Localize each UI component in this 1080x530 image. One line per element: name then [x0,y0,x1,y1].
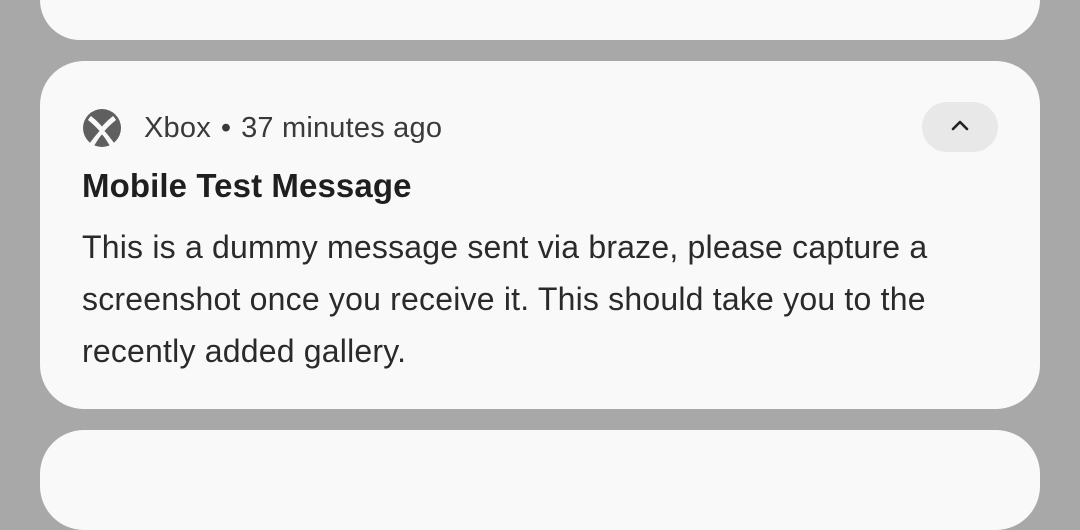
xbox-logo-icon [82,108,122,148]
notification-card[interactable]: Xbox • 37 minutes ago Mobile Test Messag… [40,61,1040,409]
previous-notification-card[interactable] [40,0,1040,40]
separator-dot: • [220,111,232,144]
app-name: Xbox [144,111,211,144]
timestamp: 37 minutes ago [241,111,443,144]
collapse-button[interactable] [922,102,998,152]
next-notification-card[interactable] [40,430,1040,530]
notification-title: Mobile Test Message [82,167,412,204]
notification-header: Xbox • 37 minutes ago [82,107,442,149]
notification-body: This is a dummy message sent via braze, … [82,229,928,369]
chevron-up-icon [949,118,971,137]
